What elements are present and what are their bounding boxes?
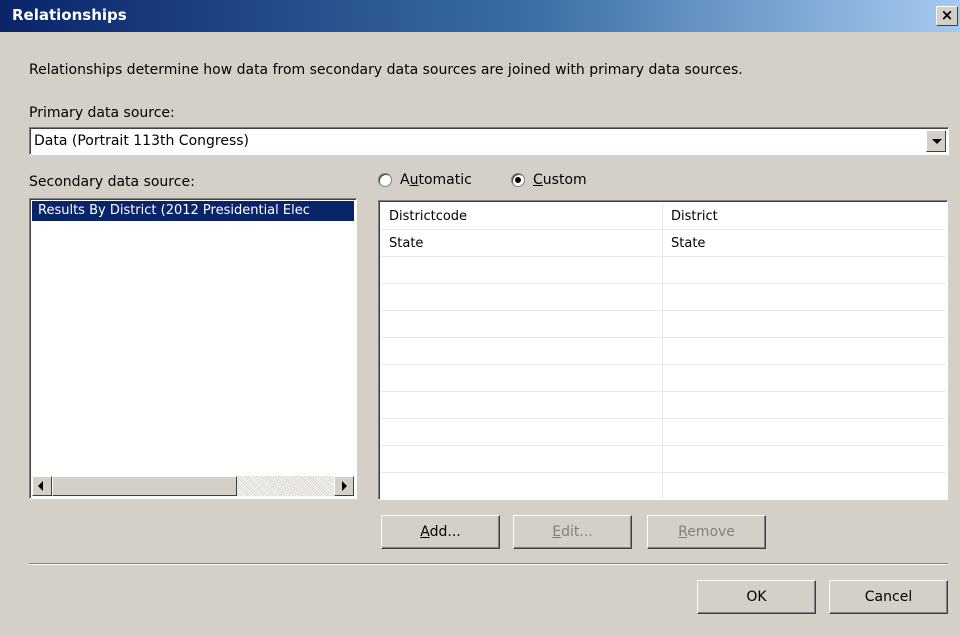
close-icon: × — [940, 6, 954, 24]
edit-button[interactable]: Edit... — [513, 515, 632, 549]
secondary-data-source-list[interactable]: Results By District (2012 Presidential E… — [29, 198, 357, 499]
empty-cell[interactable] — [381, 284, 663, 311]
scrollbar-track[interactable] — [237, 476, 334, 496]
table-row[interactable] — [381, 365, 945, 392]
table-row[interactable]: Districtcode District — [381, 203, 945, 230]
empty-cell[interactable] — [663, 446, 945, 473]
scrollbar-thumb[interactable] — [52, 476, 237, 496]
horizontal-scrollbar[interactable] — [32, 476, 354, 496]
empty-cell[interactable] — [381, 419, 663, 446]
empty-cell[interactable] — [381, 365, 663, 392]
empty-cell[interactable] — [663, 284, 945, 311]
separator — [29, 563, 948, 565]
radio-checked-icon — [511, 173, 525, 187]
empty-cell[interactable] — [663, 392, 945, 419]
description-text: Relationships determine how data from se… — [29, 62, 743, 78]
empty-cell[interactable] — [381, 257, 663, 284]
empty-cell[interactable] — [663, 365, 945, 392]
scroll-left-icon[interactable] — [32, 476, 52, 496]
window-title: Relationships — [12, 6, 127, 24]
table-row[interactable] — [381, 473, 945, 499]
cancel-button[interactable]: Cancel — [829, 580, 948, 614]
empty-cell[interactable] — [381, 338, 663, 365]
secondary-data-source-label: Secondary data source: — [29, 174, 195, 190]
primary-data-source-dropdown[interactable]: Data (Portrait 113th Congress) — [29, 127, 949, 155]
primary-data-source-label: Primary data source: — [29, 105, 175, 121]
table-row[interactable] — [381, 338, 945, 365]
secondary-field-cell[interactable]: State — [663, 230, 945, 257]
radio-unchecked-icon — [378, 173, 392, 187]
title-bar: Relationships × — [0, 0, 960, 32]
custom-radio-label: Custom — [533, 172, 587, 188]
primary-field-cell[interactable]: Districtcode — [381, 203, 663, 230]
empty-cell[interactable] — [663, 338, 945, 365]
table-row[interactable] — [381, 257, 945, 284]
table-row[interactable] — [381, 392, 945, 419]
primary-field-cell[interactable]: State — [381, 230, 663, 257]
table-row[interactable]: State State — [381, 230, 945, 257]
close-button[interactable]: × — [936, 6, 958, 26]
empty-cell[interactable] — [663, 311, 945, 338]
empty-cell[interactable] — [663, 473, 945, 499]
ok-button[interactable]: OK — [697, 580, 816, 614]
custom-radio[interactable]: Custom — [511, 172, 587, 188]
list-item[interactable]: Results By District (2012 Presidential E… — [32, 201, 354, 221]
empty-cell[interactable] — [663, 257, 945, 284]
table-row[interactable] — [381, 311, 945, 338]
chevron-down-icon[interactable] — [926, 130, 946, 152]
empty-cell[interactable] — [663, 419, 945, 446]
primary-data-source-value: Data (Portrait 113th Congress) — [34, 133, 250, 149]
table-row[interactable] — [381, 446, 945, 473]
scroll-right-icon[interactable] — [334, 476, 354, 496]
automatic-radio[interactable]: Automatic — [378, 172, 472, 188]
table-row[interactable] — [381, 284, 945, 311]
empty-cell[interactable] — [381, 446, 663, 473]
remove-button[interactable]: Remove — [647, 515, 766, 549]
empty-cell[interactable] — [381, 392, 663, 419]
field-mapping-grid[interactable]: Districtcode District State State — [378, 200, 948, 500]
secondary-field-cell[interactable]: District — [663, 203, 945, 230]
automatic-radio-label: Automatic — [400, 172, 472, 188]
table-row[interactable] — [381, 419, 945, 446]
empty-cell[interactable] — [381, 473, 663, 499]
empty-cell[interactable] — [381, 311, 663, 338]
add-button[interactable]: Add... — [381, 515, 500, 549]
